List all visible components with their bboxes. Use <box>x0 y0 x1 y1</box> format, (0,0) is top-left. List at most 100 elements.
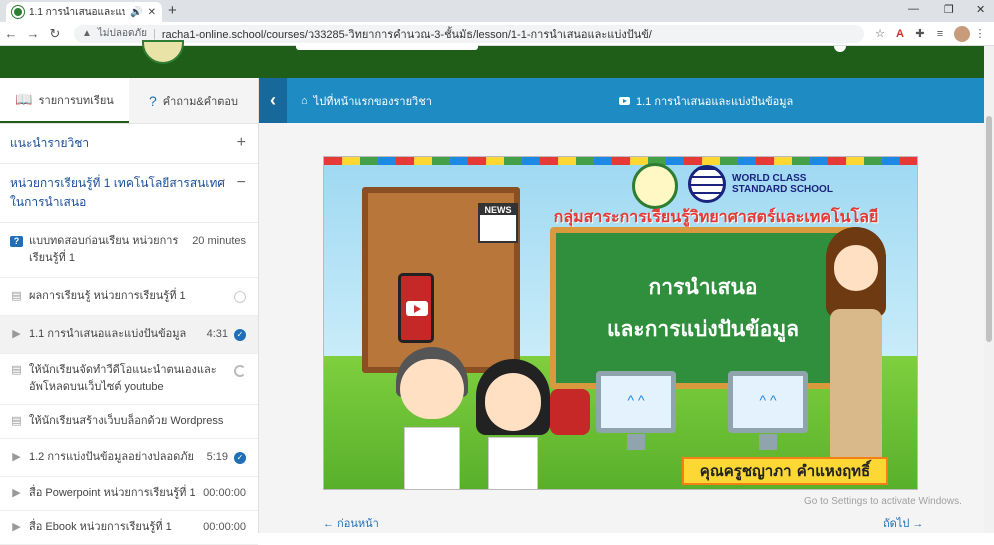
quiz-icon: ? <box>10 236 23 247</box>
maximize-icon[interactable]: ❐ <box>944 3 954 16</box>
lesson-title-text: 1.1 การนำเสนอและแบ่งปันข้อมูล <box>636 95 794 108</box>
list-item-current[interactable]: ▶ 1.1 การนำเสนอและแบ่งปันข้อมูล 4:31 ✓ <box>0 316 258 354</box>
lesson-title: 1.1 การนำเสนอและแบ่งปันข้อมูล <box>619 92 793 110</box>
browser-tabbar: 1.1 การนำเสนอและแบ่งปันข้อมูล 🔊 ✕ + — ❐ … <box>0 0 994 22</box>
bag-illustration <box>550 389 590 435</box>
list-item[interactable]: ▶ 1.2 การแบ่งปันข้อมูลอย่างปลอดภัย 5:19 … <box>0 439 258 477</box>
video-icon: ▶ <box>12 487 21 499</box>
list-item[interactable]: ▤ ผลการเรียนรู้ หน่วยการเรียนรู้ที่ 1 <box>0 278 258 316</box>
board-line-2: และการแบ่งปันข้อมูล <box>607 317 799 341</box>
close-tab-icon[interactable]: ✕ <box>148 7 156 18</box>
school-logo[interactable] <box>142 40 184 64</box>
course-sidebar: 📖 รายการบทเรียน ? คำถาม&คำตอบ แนะนำรายวิ… <box>0 78 259 545</box>
course-home-link[interactable]: ⌂ ไปที่หน้าแรกของรายวิชา <box>301 92 432 110</box>
list-item[interactable]: ▤ ให้นักเรียนสร้างเว็บบล็อกด้วย Wordpres… <box>0 405 258 439</box>
presenter-name: คุณครูชญาภา คำแหงฤทธิ์ <box>682 457 888 485</box>
list-item-label: ให้นักเรียนจัดทำวีดีโอแนะนำตนเองและอัพโห… <box>29 364 217 393</box>
home-icon: ⌂ <box>301 94 308 107</box>
phone-illustration <box>398 273 434 343</box>
list-item[interactable]: ▤ ให้นักเรียนจัดทำวีดีโอแนะนำตนเองและอัพ… <box>0 354 258 405</box>
extensions-icon[interactable]: ✚ <box>910 27 930 40</box>
windows-activation-watermark: Go to Settings to activate Windows. <box>804 496 962 507</box>
book-icon: 📖 <box>15 91 33 107</box>
site-header <box>0 40 984 78</box>
site-search-input[interactable] <box>296 44 478 50</box>
new-tab-icon[interactable]: + <box>168 2 177 19</box>
list-item[interactable]: ▶ สื่อ Ebook หน่วยการเรียนรู้ที่ 1 00:00… <box>0 511 258 545</box>
previous-lesson-link[interactable]: ← ก่อนหน้า <box>323 514 379 532</box>
list-item-duration: 00:00:00 <box>203 487 246 499</box>
list-item-label: ให้นักเรียนสร้างเว็บบล็อกด้วย Wordpress <box>29 415 224 427</box>
computer-illustration: ^ ^ <box>596 371 676 450</box>
student-boy-illustration <box>392 347 472 489</box>
tab-lessons-label: รายการบทเรียน <box>38 94 114 107</box>
url-input[interactable]: ▲ ไม่ปลอดภัย | racha1-online.school/cour… <box>74 24 864 43</box>
tab-lessons[interactable]: 📖 รายการบทเรียน <box>0 78 129 123</box>
section-unit-1-title: หน่วยการเรียนรู้ที่ 1 เทคโนโลยีสารสนเทศ … <box>10 176 225 209</box>
window-close-icon[interactable]: ✕ <box>976 3 985 16</box>
tab-qa[interactable]: ? คำถาม&คำตอบ <box>129 78 258 123</box>
bunting-decoration <box>324 157 917 165</box>
warning-icon[interactable]: ▲ <box>82 28 92 39</box>
tab-title: 1.1 การนำเสนอและแบ่งปันข้อมูล <box>29 6 126 18</box>
collapse-sidebar-button[interactable]: ‹ <box>259 78 287 123</box>
profile-avatar[interactable] <box>954 25 970 42</box>
sidebar-tabs: 📖 รายการบทเรียน ? คำถาม&คำตอบ <box>0 78 258 124</box>
list-item-label: สื่อ Ebook หน่วยการเรียนรู้ที่ 1 <box>29 521 172 533</box>
lesson-topbar: ‹ ⌂ ไปที่หน้าแรกของรายวิชา 1.1 การนำเสนอ… <box>259 78 984 123</box>
url-text: racha1-online.school/courses/ว33285-วิทย… <box>161 28 652 41</box>
computer-illustration: ^ ^ <box>728 371 808 450</box>
completed-check-icon: ✓ <box>234 329 246 341</box>
scrollbar-thumb[interactable] <box>986 116 992 342</box>
section-intro-title: แนะนำรายวิชา <box>10 136 90 150</box>
url-separator: | <box>152 27 156 40</box>
list-item-label: สื่อ Powerpoint หน่วยการเรียนรู้ที่ 1 <box>29 487 196 499</box>
expand-icon[interactable]: + <box>237 134 246 152</box>
section-intro[interactable]: แนะนำรายวิชา + <box>0 124 258 164</box>
wcs-line-2: STANDARD SCHOOL <box>732 184 833 195</box>
forward-icon[interactable]: → <box>22 26 44 41</box>
status-in-progress-icon <box>234 365 246 377</box>
page-icon: ▤ <box>11 290 22 302</box>
collapse-icon[interactable]: − <box>237 174 246 192</box>
security-label: ไม่ปลอดภัย <box>97 28 147 39</box>
video-player[interactable]: NEWS WORLD CLASS STANDARD SCHOOL กลุ่มสา… <box>323 156 918 490</box>
pdf-extension-icon[interactable]: A <box>890 28 910 40</box>
wcs-line-1: WORLD CLASS <box>732 173 807 184</box>
section-unit-1[interactable]: หน่วยการเรียนรู้ที่ 1 เทคโนโลยีสารสนเทศ … <box>0 164 258 223</box>
list-item-label: 1.2 การแบ่งปันข้อมูลอย่างปลอดภัย <box>29 451 194 463</box>
next-lesson-link[interactable]: ถัดไป → <box>883 514 923 532</box>
question-icon: ? <box>148 92 157 109</box>
news-illustration: NEWS <box>478 203 518 243</box>
speaker-icon[interactable]: 🔊 <box>130 7 142 18</box>
video-icon: ▶ <box>12 521 21 533</box>
video-icon: ▶ <box>12 451 21 463</box>
reading-list-icon[interactable]: ≡ <box>930 28 950 40</box>
list-item-label: แบบทดสอบก่อนเรียน หน่วยการเรียนรู้ที่ 1 <box>29 235 179 264</box>
assignment-icon: ▤ <box>11 415 22 427</box>
status-open-icon <box>234 291 246 303</box>
list-item-duration: 4:31 <box>206 328 228 340</box>
site-favicon-icon <box>12 6 24 18</box>
bookmark-star-icon[interactable]: ☆ <box>870 27 890 40</box>
list-item[interactable]: ▶ สื่อ Powerpoint หน่วยการเรียนรู้ที่ 1 … <box>0 477 258 511</box>
menu-icon[interactable]: ⋮ <box>970 27 990 40</box>
list-item[interactable]: ? แบบทดสอบก่อนเรียน หน่วยการเรียนรู้ที่ … <box>0 223 258 278</box>
user-icon[interactable] <box>834 46 846 52</box>
completed-check-icon: ✓ <box>234 452 246 464</box>
globe-icon <box>688 165 726 203</box>
course-home-label: ไปที่หน้าแรกของรายวิชา <box>313 95 432 108</box>
back-icon[interactable]: ← <box>0 26 22 41</box>
world-class-logo: WORLD CLASS STANDARD SCHOOL <box>688 165 833 203</box>
teacher-illustration <box>816 227 896 463</box>
list-item-duration: 5:19 <box>206 451 228 463</box>
minimize-icon[interactable]: — <box>908 3 919 15</box>
browser-tab[interactable]: 1.1 การนำเสนอและแบ่งปันข้อมูล 🔊 ✕ <box>6 2 162 22</box>
assignment-icon: ▤ <box>11 364 22 376</box>
youtube-play-icon <box>406 301 428 316</box>
list-item-label: ผลการเรียนรู้ หน่วยการเรียนรู้ที่ 1 <box>29 290 186 302</box>
student-girl-illustration <box>476 359 550 489</box>
list-item-duration: 00:00:00 <box>203 521 246 533</box>
reload-icon[interactable]: ↻ <box>44 26 66 42</box>
lesson-list: ? แบบทดสอบก่อนเรียน หน่วยการเรียนรู้ที่ … <box>0 223 258 545</box>
